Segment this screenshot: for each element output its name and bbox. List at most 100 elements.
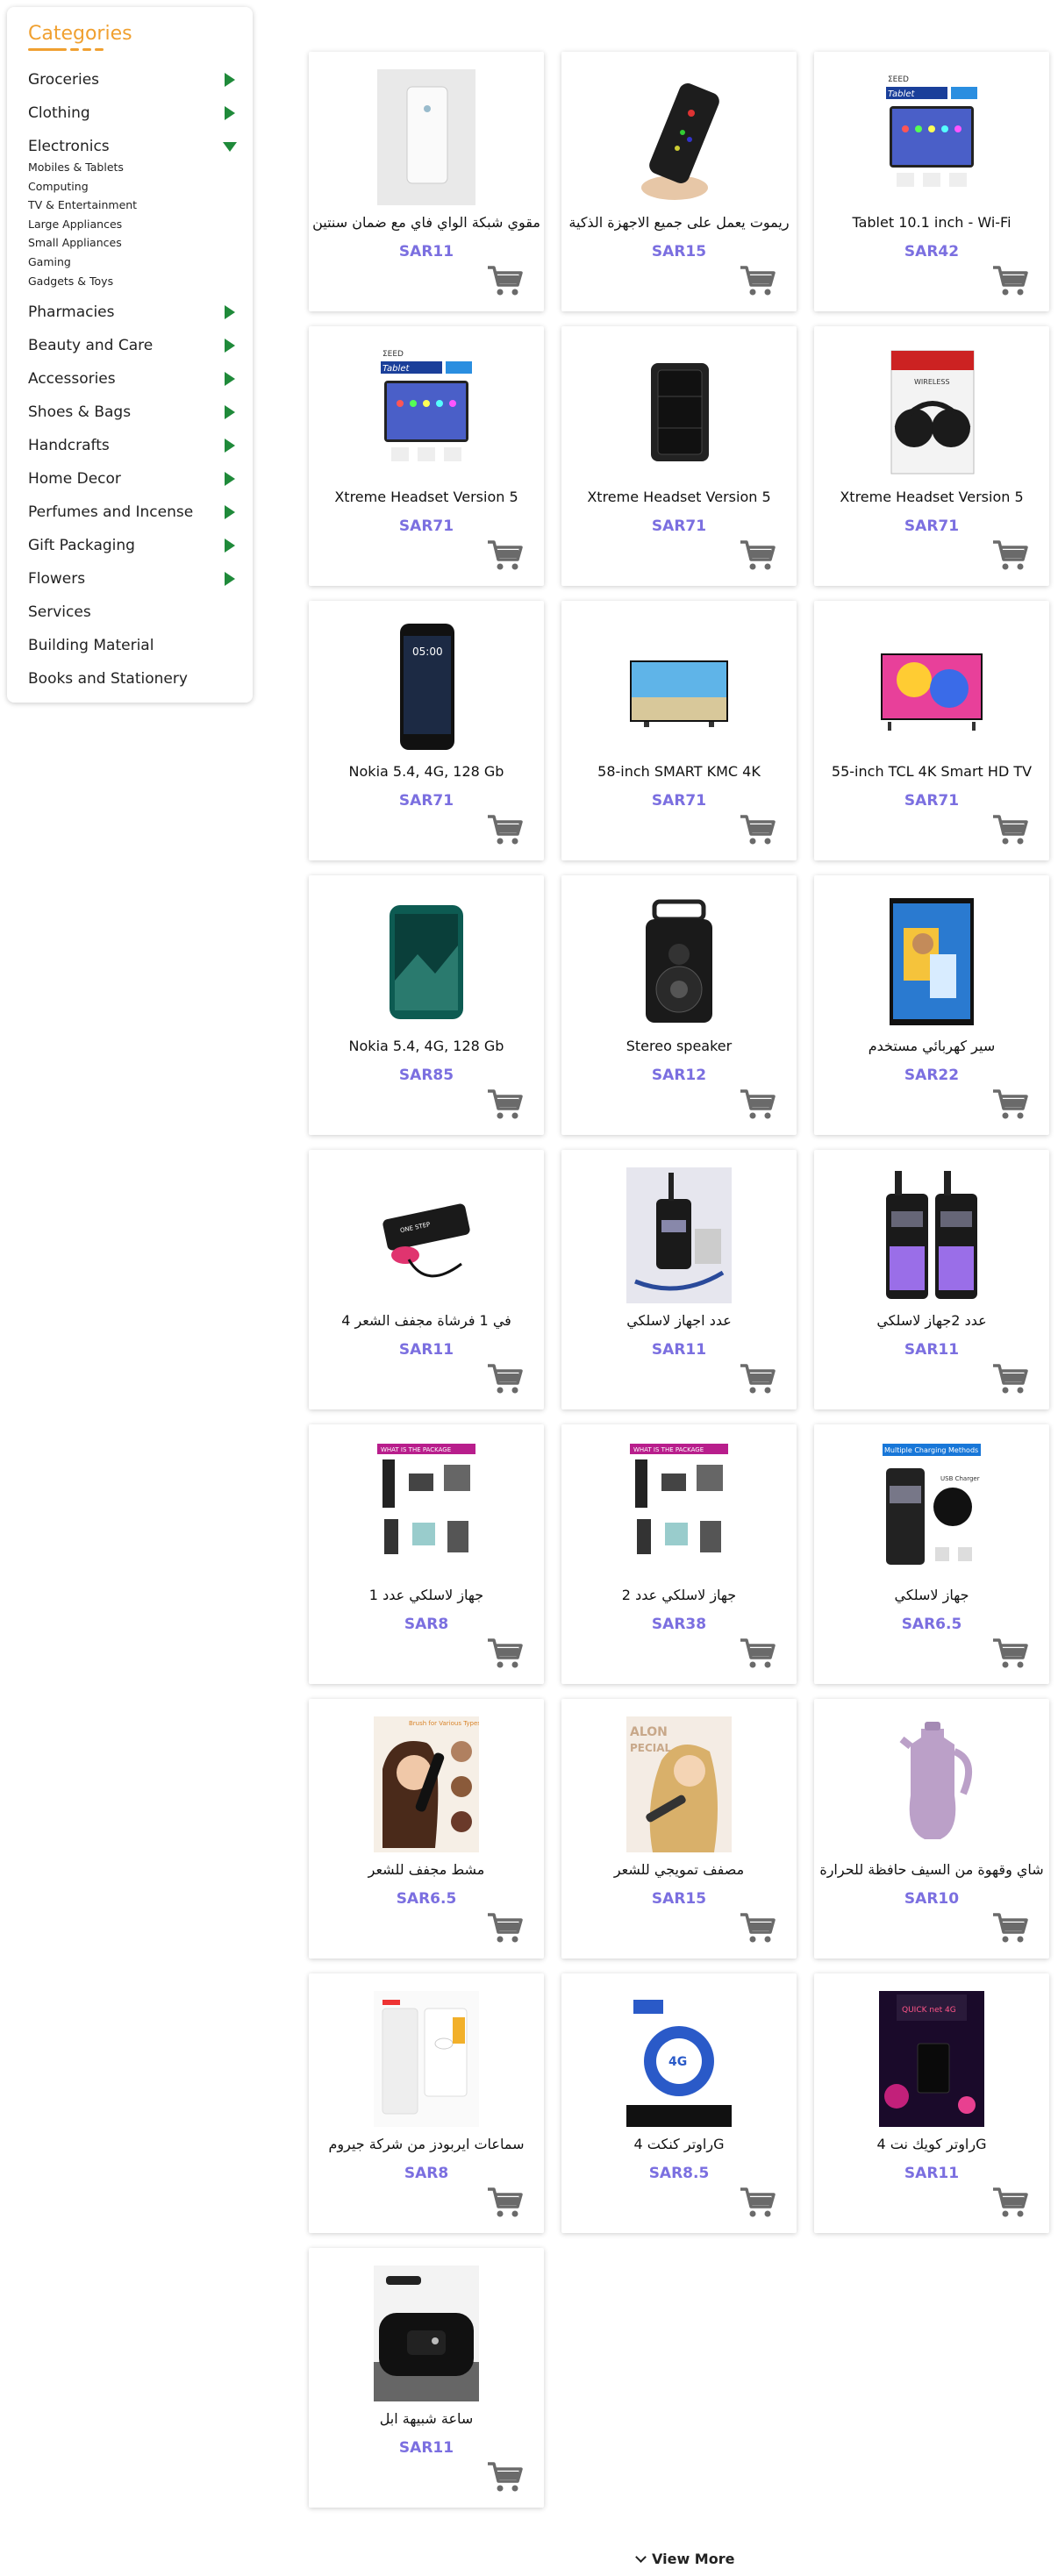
product-name[interactable]: Stereo speaker — [565, 1038, 793, 1054]
product-card[interactable]: WIRELESS Xtreme Headset Version 5 SAR71 — [814, 326, 1049, 586]
add-to-cart-icon[interactable] — [486, 813, 523, 846]
product-name[interactable]: Nokia 5.4, 4G, 128 Gb — [312, 1038, 540, 1054]
product-name[interactable]: Xtreme Headset Version 5 — [312, 489, 540, 505]
product-name[interactable]: جهاز لاسلكي عدد 2 — [565, 1587, 793, 1603]
add-to-cart-icon[interactable] — [486, 264, 523, 297]
product-card[interactable]: مقوي شبكة الواي فاي مع ضمان سنتين SAR11 — [309, 52, 544, 311]
add-to-cart-icon[interactable] — [991, 1088, 1028, 1121]
product-card[interactable]: عدد اجهاز لاسلكي SAR11 — [561, 1150, 797, 1409]
product-image[interactable]: 05:00 — [374, 618, 479, 754]
product-image[interactable]: ONE STEP — [374, 1167, 479, 1303]
product-name[interactable]: جهاز لاسلكي عدد 1 — [312, 1587, 540, 1603]
expand-arrow-icon[interactable] — [225, 405, 235, 420]
product-card[interactable]: 55-inch TCL 4K Smart HD TV SAR71 — [814, 601, 1049, 860]
subcategory-item[interactable]: Gadgets & Toys — [28, 272, 240, 291]
expand-arrow-icon[interactable] — [225, 572, 235, 587]
product-image[interactable] — [626, 69, 732, 205]
add-to-cart-icon[interactable] — [486, 1362, 523, 1395]
category-books-and-stationery[interactable]: Books and Stationery — [28, 662, 240, 696]
product-image[interactable]: Brush for Various Types — [374, 1716, 479, 1852]
add-to-cart-icon[interactable] — [991, 1362, 1028, 1395]
product-card[interactable]: عدد 2جهاز لاسلكي SAR11 — [814, 1150, 1049, 1409]
category-home-decor[interactable]: Home Decor — [28, 462, 240, 496]
product-card[interactable]: شاي وقهوة من السيف حافظة للحرارة SAR10 — [814, 1699, 1049, 1959]
category-beauty-and-care[interactable]: Beauty and Care — [28, 329, 240, 362]
add-to-cart-icon[interactable] — [486, 1637, 523, 1670]
product-card[interactable]: 05:00 Nokia 5.4, 4G, 128 Gb SAR71 — [309, 601, 544, 860]
product-card[interactable]: 58-inch SMART KMC 4K SAR71 — [561, 601, 797, 860]
add-to-cart-icon[interactable] — [739, 539, 776, 572]
product-name[interactable]: عدد اجهاز لاسلكي — [565, 1312, 793, 1329]
product-image[interactable] — [879, 1167, 984, 1303]
product-card[interactable]: ΣEED Tablet Tablet 10.1 inch - Wi-Fi SAR42 — [814, 52, 1049, 311]
product-name[interactable]: ريموت يعمل على جميع الاجهزة الذكية — [565, 214, 793, 231]
add-to-cart-icon[interactable] — [739, 1362, 776, 1395]
expand-arrow-icon[interactable] — [225, 339, 235, 353]
expand-arrow-icon[interactable] — [225, 539, 235, 553]
product-card[interactable]: سماعات ايربودز من شركة جيروم SAR8 — [309, 1973, 544, 2233]
product-name[interactable]: سماعات ايربودز من شركة جيروم — [312, 2136, 540, 2152]
product-card[interactable]: Nokia 5.4, 4G, 128 Gb SAR85 — [309, 875, 544, 1135]
product-name[interactable]: راوتر كويك نت 4G — [818, 2136, 1046, 2152]
product-card[interactable]: سير كهربائي مستخدم SAR22 — [814, 875, 1049, 1135]
category-perfumes-and-incense[interactable]: Perfumes and Incense — [28, 496, 240, 529]
product-name[interactable]: Nokia 5.4, 4G, 128 Gb — [312, 763, 540, 780]
product-card[interactable]: QUICK net 4G راوتر كويك نت 4G SAR11 — [814, 1973, 1049, 2233]
product-card[interactable]: 4G راوتر كنكت 4G SAR8.5 — [561, 1973, 797, 2233]
product-name[interactable]: مشط مجفف للشعر — [312, 1861, 540, 1878]
add-to-cart-icon[interactable] — [991, 1637, 1028, 1670]
add-to-cart-icon[interactable] — [991, 2186, 1028, 2219]
category-groceries[interactable]: Groceries — [28, 63, 240, 96]
add-to-cart-icon[interactable] — [991, 264, 1028, 297]
product-image[interactable] — [879, 893, 984, 1029]
product-image[interactable]: WIRELESS — [879, 344, 984, 480]
product-image[interactable] — [626, 893, 732, 1029]
category-flowers[interactable]: Flowers — [28, 562, 240, 596]
category-gift-packaging[interactable]: Gift Packaging — [28, 529, 240, 562]
subcategory-item[interactable]: Large Appliances — [28, 215, 240, 234]
product-card[interactable]: ONE STEP 4 في 1 فرشاة مجفف الشعر SAR11 — [309, 1150, 544, 1409]
product-image[interactable] — [374, 893, 479, 1029]
product-image[interactable]: WHAT IS THE PACKAGE — [374, 1442, 479, 1578]
product-name[interactable]: مقوي شبكة الواي فاي مع ضمان سنتين — [312, 214, 540, 231]
add-to-cart-icon[interactable] — [739, 1911, 776, 1944]
product-name[interactable]: 55-inch TCL 4K Smart HD TV — [818, 763, 1046, 780]
product-name[interactable]: سير كهربائي مستخدم — [818, 1038, 1046, 1054]
add-to-cart-icon[interactable] — [486, 2186, 523, 2219]
product-image[interactable] — [374, 2266, 479, 2401]
subcategory-item[interactable]: Mobiles & Tablets — [28, 158, 240, 177]
product-name[interactable]: جهاز لاسلكي — [818, 1587, 1046, 1603]
product-name[interactable]: عدد 2جهاز لاسلكي — [818, 1312, 1046, 1329]
expand-arrow-icon[interactable] — [225, 439, 235, 453]
subcategory-item[interactable]: Small Appliances — [28, 233, 240, 253]
expand-arrow-icon[interactable] — [225, 472, 235, 487]
add-to-cart-icon[interactable] — [486, 1911, 523, 1944]
add-to-cart-icon[interactable] — [486, 2460, 523, 2494]
product-image[interactable] — [374, 69, 479, 205]
add-to-cart-icon[interactable] — [739, 813, 776, 846]
product-image[interactable]: WHAT IS THE PACKAGE — [626, 1442, 732, 1578]
add-to-cart-icon[interactable] — [486, 539, 523, 572]
category-pharmacies[interactable]: Pharmacies — [28, 296, 240, 329]
product-name[interactable]: ساعة شبيهة ابل — [312, 2410, 540, 2427]
product-card[interactable]: Xtreme Headset Version 5 SAR71 — [561, 326, 797, 586]
product-image[interactable] — [626, 618, 732, 754]
product-name[interactable]: Tablet 10.1 inch - Wi-Fi — [818, 214, 1046, 231]
collapse-arrow-icon[interactable] — [223, 141, 237, 152]
product-card[interactable]: WHAT IS THE PACKAGE جهاز لاسلكي عدد 1 SAR8 — [309, 1424, 544, 1684]
add-to-cart-icon[interactable] — [991, 1911, 1028, 1944]
product-card[interactable]: ساعة شبيهة ابل SAR11 — [309, 2248, 544, 2508]
add-to-cart-icon[interactable] — [739, 2186, 776, 2219]
product-name[interactable]: مصفف تمويجي للشعر — [565, 1861, 793, 1878]
product-card[interactable]: WHAT IS THE PACKAGE جهاز لاسلكي عدد 2 SAR3… — [561, 1424, 797, 1684]
product-image[interactable]: ΣEED Tablet — [879, 69, 984, 205]
category-building-material[interactable]: Building Material — [28, 629, 240, 662]
product-card[interactable]: ALON PECIAL مصفف تمويجي للشعر SAR15 — [561, 1699, 797, 1959]
product-card[interactable]: ريموت يعمل على جميع الاجهزة الذكية SAR15 — [561, 52, 797, 311]
product-image[interactable] — [879, 618, 984, 754]
product-image[interactable]: ALON PECIAL — [626, 1716, 732, 1852]
category-handcrafts[interactable]: Handcrafts — [28, 429, 240, 462]
expand-arrow-icon[interactable] — [225, 505, 235, 520]
product-card[interactable]: Stereo speaker SAR12 — [561, 875, 797, 1135]
subcategory-item[interactable]: Computing — [28, 177, 240, 196]
